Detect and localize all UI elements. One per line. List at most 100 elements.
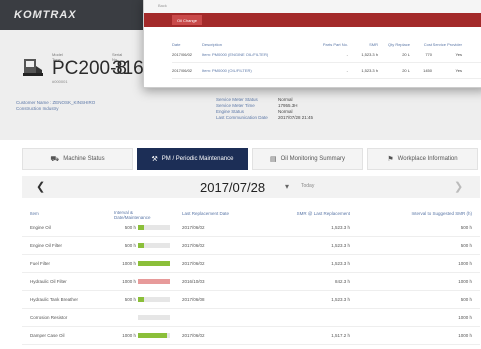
item-name: Corrosion Resistor (30, 315, 68, 320)
remaining-progress-fill (138, 225, 145, 230)
popup-provider: Yes (455, 52, 462, 57)
popup-table-header: Date Description Parts Part No. SMR Qty … (172, 33, 481, 47)
table-row[interactable]: Engine Oil 500 h 2017/06/02 1,523.3 h 500 h (22, 219, 480, 237)
last-replacement-smr: 842.3 h (334, 279, 350, 284)
last-replacement-date: 2017/06/02 (182, 261, 205, 266)
popup-provider: Yes (455, 68, 462, 73)
model-sub-id: #000001 (52, 79, 68, 84)
last-replacement-smr: 1,523.3 h (331, 261, 350, 266)
popup-description[interactable]: Item: PM0000 (OIL/FILTER) (202, 68, 312, 73)
popup-date: 2017/06/02 (172, 52, 193, 57)
interval-cell (114, 315, 178, 320)
col-item: Item (30, 211, 39, 216)
popup-qty: 20 L (402, 52, 410, 57)
popup-cost: 1450 (423, 68, 432, 73)
table-row[interactable]: Corrosion Resistor 1000 h (22, 309, 480, 327)
truck-icon: ⛟ (50, 155, 60, 163)
machine-status-info: Service Meter Status Normal Service Meter … (216, 97, 366, 121)
suggested-interval: 1000 h (458, 261, 472, 266)
table-row[interactable]: Hydraulic Tank Breather 500 h 2017/06/08 1,… (22, 291, 480, 309)
prev-date-button[interactable]: ❮ (36, 180, 45, 193)
interval-cell: 500 h (114, 243, 178, 248)
col-last-smr: SMR @ Last Replacement (296, 211, 350, 216)
col-interval: Interval & Date/Maintenance (114, 210, 151, 220)
interval-cell: 1000 h (114, 279, 178, 284)
date-dropdown-icon[interactable]: ▾ (285, 182, 289, 191)
customer-industry: Construction Industry (16, 106, 59, 111)
last-replacement-smr: 1,517.2 h (331, 333, 350, 338)
remaining-progress-fill (138, 333, 167, 338)
brand-logo: KOMTRAX (14, 9, 77, 21)
popup-cost: 770 (425, 52, 432, 57)
remaining-progress-bar (138, 297, 170, 302)
popup-description[interactable]: Item: PM0000 (ENGINE OIL/FILTER) (202, 52, 312, 57)
tab-label: PM / Periodic Maintenance (161, 156, 234, 162)
remaining-progress-bar (138, 225, 170, 230)
remaining-value: 1000 h (122, 333, 136, 338)
remaining-progress-bar (138, 315, 170, 320)
last-replacement-date: 2017/06/08 (182, 297, 205, 302)
last-replacement-smr: 1,523.3 h (331, 243, 350, 248)
popup-part: - (346, 52, 348, 57)
tab-pm-periodic-maintenance[interactable]: ⚒ PM / Periodic Maintenance (137, 148, 248, 170)
tab-label: Machine Status (63, 156, 105, 162)
item-name: Hydraulic Oil Filter (30, 279, 67, 284)
status-info-key: Last Communication Date (216, 115, 268, 120)
popup-history-table: Date Description Parts Part No. SMR Qty … (172, 33, 481, 79)
popup-col-date: Date (172, 42, 181, 47)
remaining-value: 500 h (124, 243, 136, 248)
table-body: Engine Oil 500 h 2017/06/02 1,523.3 h 500 hE… (22, 219, 480, 345)
remaining-value: 500 h (124, 225, 136, 230)
popup-part: - (346, 68, 348, 73)
remaining-value: 1000 h (122, 279, 136, 284)
popup-table-row[interactable]: 2017/06/02 Item: PM0000 (ENGINE OIL/FILTE… (172, 47, 481, 63)
remaining-progress-fill (138, 261, 170, 266)
popup-smr: 1,523.3 h (361, 68, 378, 73)
item-name: Hydraulic Tank Breather (30, 297, 78, 302)
popup-table-row[interactable]: 2017/06/02 Item: PM0000 (OIL/FILTER) - 1,52… (172, 63, 481, 79)
current-date[interactable]: 2017/07/28 (200, 180, 265, 195)
popup-date: 2017/06/02 (172, 68, 193, 73)
last-replacement-date: 2017/06/02 (182, 225, 205, 230)
table-row[interactable]: Fuel Filter 1000 h 2017/06/02 1,523.3 h 1000… (22, 255, 480, 273)
table-row[interactable]: Engine Oil Filter 500 h 2017/06/02 1,523.3 … (22, 237, 480, 255)
item-name: Engine Oil (30, 225, 51, 230)
table-row[interactable]: Hydraulic Oil Filter 1000 h 2016/10/03 842.… (22, 273, 480, 291)
table-row[interactable]: Damper Case Oil 1000 h 2017/06/02 1,517.2 h… (22, 327, 480, 345)
remaining-progress-fill (138, 243, 145, 248)
next-date-button[interactable]: ❯ (454, 180, 463, 193)
popup-category-tag: Oil Change (172, 15, 202, 25)
item-name: Fuel Filter (30, 261, 51, 266)
machine-icon (23, 59, 43, 76)
remaining-progress-bar (138, 261, 170, 266)
remaining-value: 1000 h (122, 261, 136, 266)
popup-table-body: 2017/06/02 Item: PM0000 (ENGINE OIL/FILTE… (172, 47, 481, 79)
suggested-interval: 1000 h (458, 333, 472, 338)
status-info-row: Last Communication Date 2017/07/28 21:45 (216, 115, 366, 121)
remaining-progress-fill (138, 279, 170, 284)
pin-icon: ⚑ (387, 156, 394, 163)
tab-workplace-information[interactable]: ⚑ Workplace Information (367, 148, 478, 170)
popup-back-link[interactable]: Back (158, 3, 167, 8)
customer-info: Customer Name : ZENOSK_KINSHIRO Construc… (16, 100, 166, 112)
interval-cell: 1000 h (114, 261, 178, 266)
status-info-value: 2017/07/28 21:45 (278, 115, 314, 120)
col-last-date: Last Replacement Date (182, 211, 230, 216)
last-replacement-date: 2017/06/02 (182, 333, 205, 338)
interval-cell: 1000 h (114, 333, 178, 338)
remaining-progress-fill (138, 297, 145, 302)
today-button[interactable]: Today (301, 183, 314, 189)
wrench-icon: ⚒ (151, 156, 158, 163)
chart-icon: ▤ (270, 156, 277, 163)
suggested-interval: 1000 h (458, 315, 472, 320)
item-name: Engine Oil Filter (30, 243, 63, 248)
remaining-progress-bar (138, 243, 170, 248)
popup-col-smr: SMR (369, 42, 378, 47)
tab-machine-status[interactable]: ⛟ Machine Status (22, 148, 133, 170)
last-replacement-date: 2017/06/02 (182, 243, 205, 248)
popup-smr: 1,523.3 h (361, 52, 378, 57)
interval-cell: 500 h (114, 225, 178, 230)
tab-oil-monitoring-summary[interactable]: ▤ Oil Monitoring Summary (252, 148, 363, 170)
history-popup: Back Oil Change Date Description Parts P… (143, 0, 481, 88)
interval-cell: 500 h (114, 297, 178, 302)
